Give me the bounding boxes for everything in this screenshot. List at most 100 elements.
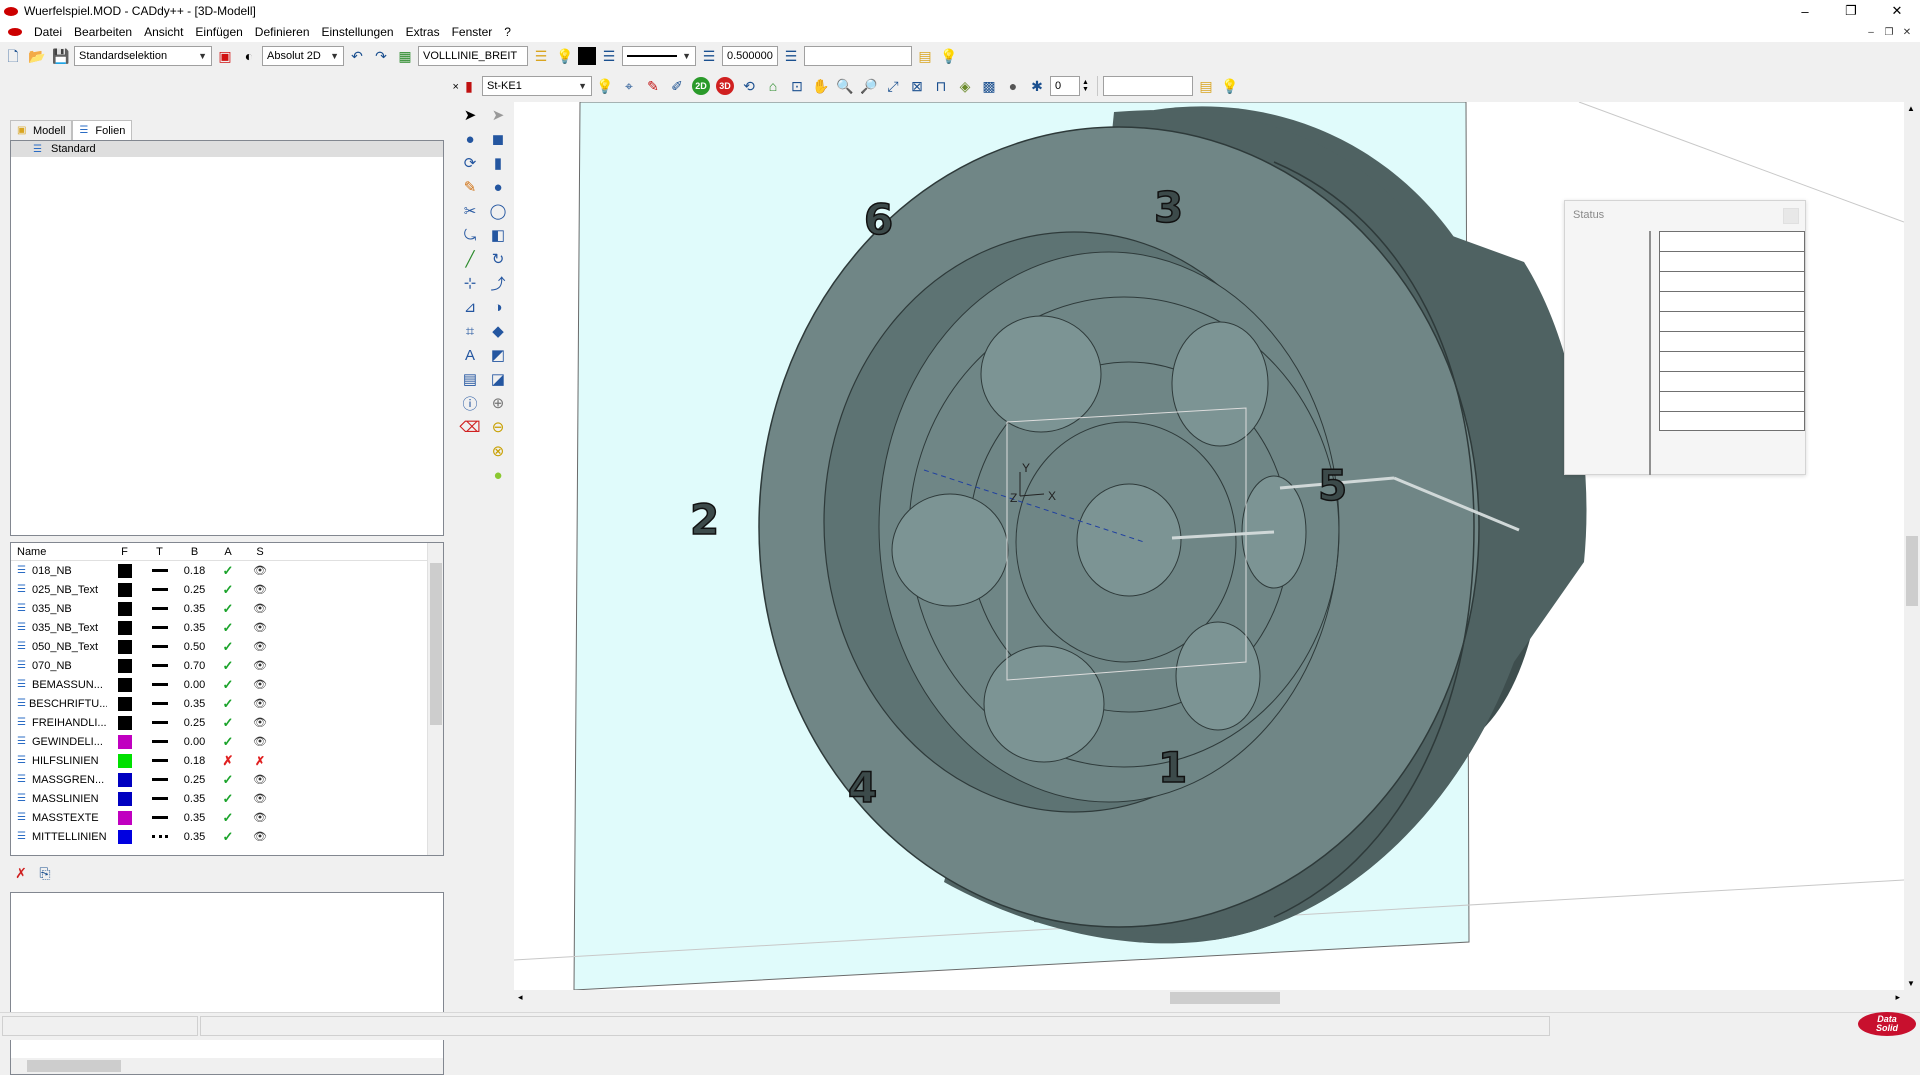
zoom-all-icon[interactable]: ⤢	[882, 75, 904, 97]
layer-color-cell[interactable]	[107, 715, 142, 730]
material-green-icon[interactable]: ●	[486, 464, 510, 486]
eye-icon[interactable]: 👁	[253, 641, 267, 653]
check-icon[interactable]: ✓	[223, 563, 234, 578]
table-row[interactable]: ☰ BESCHRIFTU... 0.35 ✓ 👁	[11, 694, 443, 713]
layer-width-cell[interactable]: 0.50	[177, 641, 212, 653]
pencil-tool-icon[interactable]: ✎	[458, 176, 482, 198]
layer-active-cell[interactable]: ✓	[212, 563, 244, 579]
layer-color-cell[interactable]	[107, 696, 142, 711]
detail-scrollbar[interactable]	[11, 1058, 443, 1074]
layer-color-cell[interactable]	[107, 753, 142, 768]
check-icon[interactable]: ✓	[223, 734, 234, 749]
layer-visible-cell[interactable]: 👁	[244, 830, 276, 843]
check-icon[interactable]: ✓	[223, 677, 234, 692]
text-tool-icon[interactable]: A	[458, 344, 482, 366]
view-2d-button[interactable]: 2D	[690, 75, 712, 97]
sphere-solid-icon[interactable]: ●	[486, 176, 510, 198]
layer-linetype-cell[interactable]	[142, 664, 177, 667]
col-s[interactable]: S	[244, 546, 276, 558]
selection-filter-icon[interactable]: ▣	[214, 45, 236, 67]
layer-width-cell[interactable]: 0.25	[177, 717, 212, 729]
home-view-icon[interactable]: ⌂	[762, 75, 784, 97]
layer-visible-cell[interactable]: 👁	[244, 716, 276, 729]
new-file-icon[interactable]: 🗋	[2, 45, 24, 67]
lightbulb-icon[interactable]: 💡	[1219, 75, 1241, 97]
layer-color-swatch[interactable]	[117, 810, 132, 825]
layer-active-cell[interactable]: ✓	[212, 772, 244, 788]
selection-mode-select[interactable]: Standardselektion ▼	[74, 46, 212, 66]
layer-manager-icon[interactable]: ▤	[914, 45, 936, 67]
layer-active-cell[interactable]: ✓	[212, 582, 244, 598]
layer-color-swatch[interactable]	[117, 658, 132, 673]
eye-icon[interactable]: 👁	[253, 717, 267, 729]
layer-width-cell[interactable]: 0.35	[177, 622, 212, 634]
minimize-button[interactable]: –	[1782, 0, 1828, 22]
redo-icon[interactable]: ↷	[370, 45, 392, 67]
table-scrollbar[interactable]	[427, 543, 443, 855]
chamfer-icon[interactable]: ◩	[486, 344, 510, 366]
eye-icon[interactable]: 👁	[253, 831, 267, 843]
check-icon[interactable]: ✓	[223, 829, 234, 844]
extrude-icon[interactable]: ◧	[486, 224, 510, 246]
check-icon[interactable]: ✓	[223, 791, 234, 806]
info-icon[interactable]: ⓘ	[458, 392, 482, 414]
layer-visible-cell[interactable]: 👁	[244, 583, 276, 596]
layer-color-swatch[interactable]	[117, 601, 132, 616]
scroll-left-icon[interactable]: ◂	[518, 992, 523, 1003]
layer-width-cell[interactable]: 0.35	[177, 698, 212, 710]
layer-color-cell[interactable]	[107, 601, 142, 616]
transform-tool-icon[interactable]: ⤿	[458, 224, 482, 246]
layer-color-cell[interactable]	[107, 639, 142, 654]
layer-width-cell[interactable]: 0.00	[177, 679, 212, 691]
linestyle-select[interactable]: ▼	[622, 46, 696, 66]
select-arrow-icon[interactable]: ➤	[458, 104, 482, 126]
layer-active-cell[interactable]: ✓	[212, 620, 244, 636]
layer-color-swatch[interactable]	[117, 696, 132, 711]
check-icon[interactable]: ✓	[223, 601, 234, 616]
menu-fenster[interactable]: Fenster	[446, 22, 499, 42]
eye-icon[interactable]: 👁	[253, 622, 267, 634]
fillet-icon[interactable]: ◪	[486, 368, 510, 390]
delete-layer-icon[interactable]: ✗	[10, 862, 32, 884]
coord-mode-select[interactable]: Absolut 2D ▼	[262, 46, 344, 66]
section-icon[interactable]: ⊓	[930, 75, 952, 97]
scroll-down-icon[interactable]: ▼	[1907, 979, 1915, 988]
layer-visible-cell[interactable]: 👁	[244, 602, 276, 615]
point-tool-icon[interactable]: ⊹	[458, 272, 482, 294]
star-icon[interactable]: ✱	[1026, 75, 1048, 97]
table-row[interactable]: ☰ 018_NB 0.18 ✓ 👁	[11, 561, 443, 580]
viewport-hscrollbar[interactable]: ◂ ▸	[514, 990, 1904, 1006]
spin-value-field[interactable]: 0	[1050, 76, 1080, 96]
layer-active-cell[interactable]: ✗	[212, 753, 244, 769]
layer-color-cell[interactable]	[107, 658, 142, 673]
scroll-thumb[interactable]	[430, 563, 442, 725]
eye-icon[interactable]: 👁	[253, 774, 267, 786]
wireframe-icon[interactable]: ▩	[978, 75, 1000, 97]
status-panel[interactable]: Status	[1564, 200, 1806, 475]
layer-manager-icon[interactable]: ▤	[1195, 75, 1217, 97]
snap-icon[interactable]: ⌖	[618, 75, 640, 97]
scroll-thumb[interactable]	[1906, 536, 1918, 606]
layer-visible-cell[interactable]: 👁	[244, 621, 276, 634]
col-a[interactable]: A	[212, 546, 244, 558]
menu-ansicht[interactable]: Ansicht	[138, 22, 189, 42]
status-close-button[interactable]	[1783, 208, 1799, 224]
check-icon[interactable]: ✓	[223, 582, 234, 597]
layer-color-swatch[interactable]	[117, 677, 132, 692]
table-row[interactable]: ☰ BEMASSUN... 0.00 ✓ 👁	[11, 675, 443, 694]
zoom-out-icon[interactable]: 🔎	[858, 75, 880, 97]
layer-width-cell[interactable]: 0.35	[177, 603, 212, 615]
layer-linetype-cell[interactable]	[142, 721, 177, 724]
layer-color-swatch[interactable]	[117, 753, 132, 768]
folder-item-standard[interactable]: ☰ Standard	[11, 141, 443, 157]
mdi-close-button[interactable]: ✕	[1898, 22, 1916, 42]
layer-visible-cell[interactable]: 👁	[244, 735, 276, 748]
box-solid-icon[interactable]: ◼	[486, 128, 510, 150]
layer-color-swatch[interactable]	[117, 715, 132, 730]
check-icon[interactable]: ✓	[223, 658, 234, 673]
layer-active-cell[interactable]: ✓	[212, 696, 244, 712]
table-row[interactable]: ☰ 035_NB 0.35 ✓ 👁	[11, 599, 443, 618]
eye-icon[interactable]: 👁	[253, 698, 267, 710]
mdi-minimize-button[interactable]: –	[1862, 22, 1880, 42]
shading-cube-icon[interactable]: ◈	[954, 75, 976, 97]
